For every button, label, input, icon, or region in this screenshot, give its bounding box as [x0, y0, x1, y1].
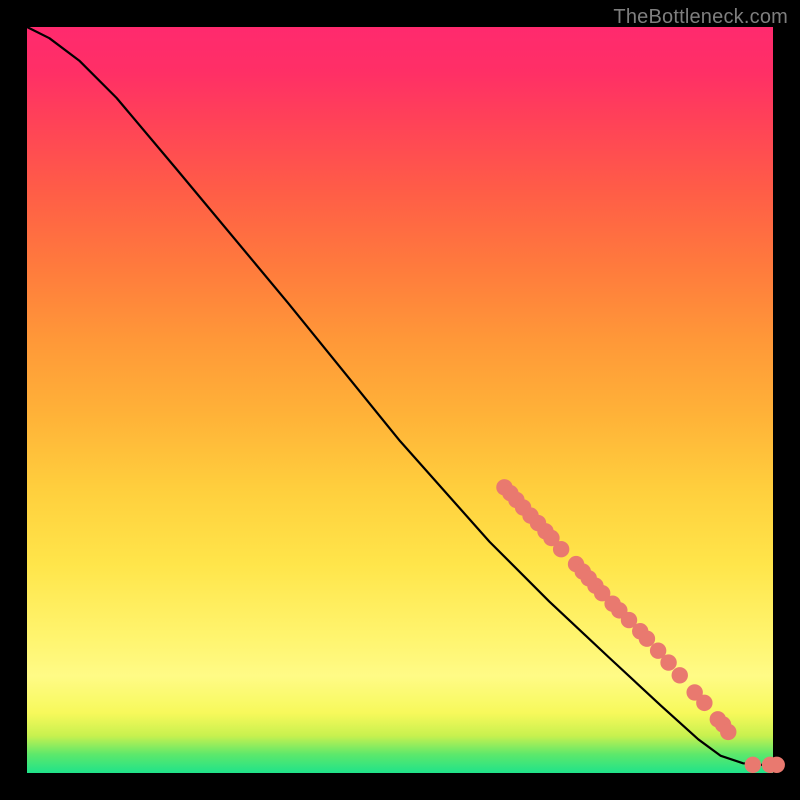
data-point: [769, 757, 785, 773]
data-markers: [496, 479, 785, 773]
data-point: [696, 695, 712, 711]
data-point: [660, 654, 676, 670]
chart-overlay: [27, 27, 773, 773]
data-point: [553, 541, 569, 557]
data-point: [745, 757, 761, 773]
data-point: [639, 631, 655, 647]
plot-area: [27, 27, 773, 773]
watermark-label: TheBottleneck.com: [613, 6, 788, 29]
data-point: [672, 667, 688, 683]
data-point: [720, 724, 736, 740]
chart-frame: TheBottleneck.com: [0, 0, 800, 800]
